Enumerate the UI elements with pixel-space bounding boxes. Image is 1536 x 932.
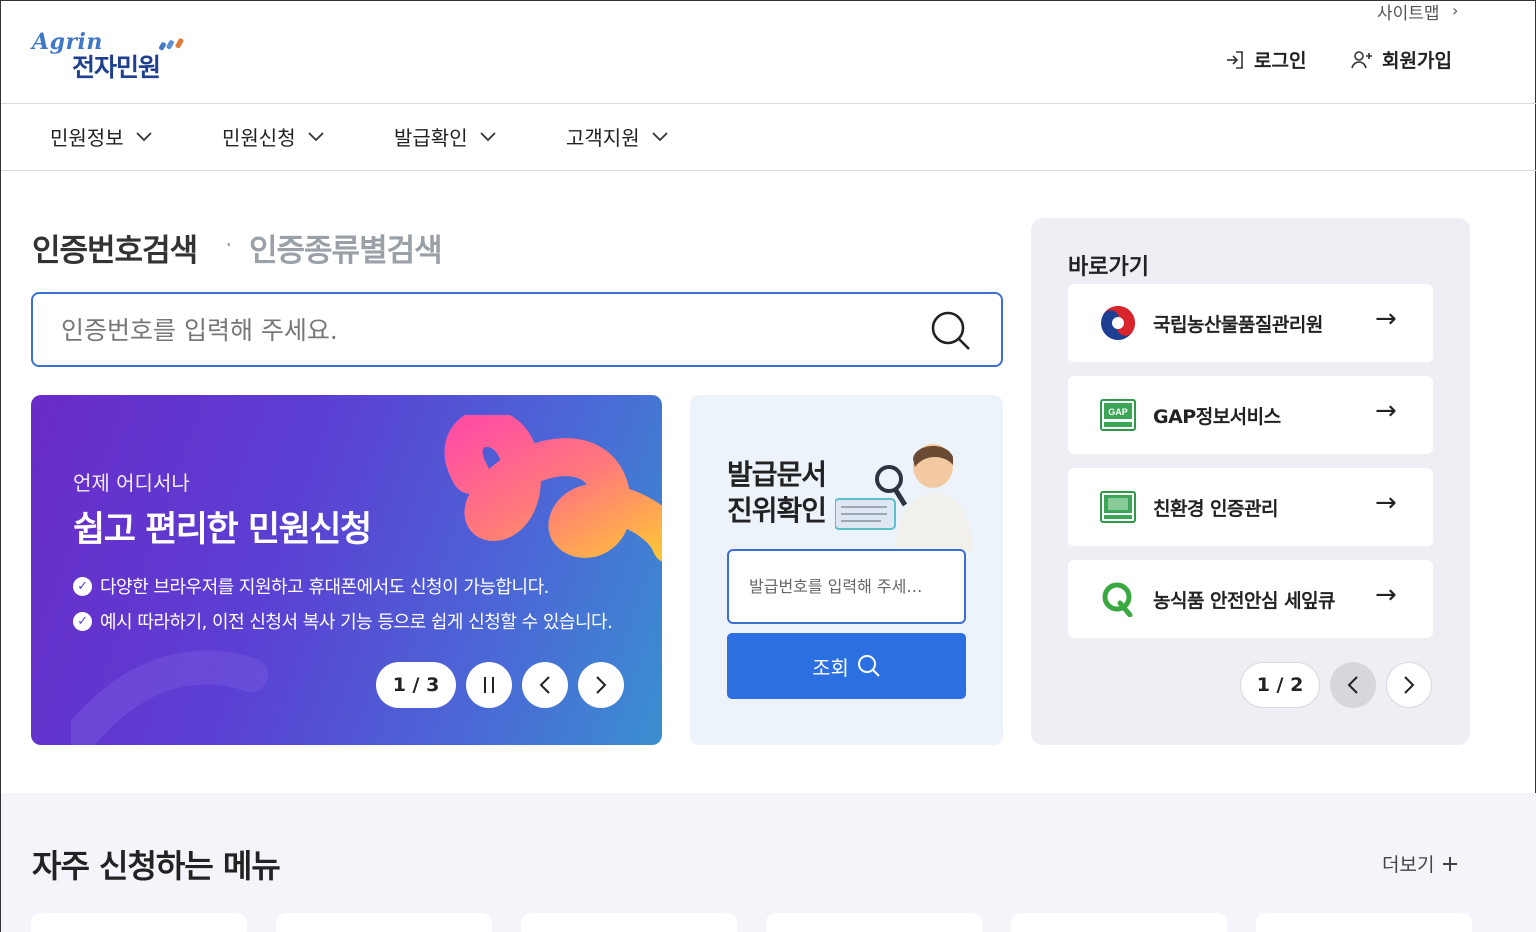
nav-label: 민원신청 xyxy=(222,126,296,150)
signup-button[interactable]: 회원가입 xyxy=(1350,46,1452,73)
quick-link-label: 국립농산물품질관리원 xyxy=(1153,314,1323,336)
more-button[interactable]: 더보기 xyxy=(1382,850,1458,877)
banner-feature: ✓ 예시 따라하기, 이전 신청서 복사 기능 등으로 쉽게 신청할 수 있습니… xyxy=(73,608,613,634)
verify-title-line: 발급문서 xyxy=(727,458,827,491)
arrow-right-icon: → xyxy=(1375,304,1397,334)
q-logo-icon xyxy=(1102,582,1133,617)
banner-feature-text: 예시 따라하기, 이전 신청서 복사 기능 등으로 쉽게 신청할 수 있습니다. xyxy=(100,612,613,633)
banner-pager: 1 / 3 xyxy=(376,662,456,708)
user-add-icon xyxy=(1351,50,1372,68)
verify-submit-button[interactable]: 조회 xyxy=(727,633,966,699)
chevron-down-icon xyxy=(479,131,496,141)
promo-banner[interactable] xyxy=(31,395,662,745)
tab-cert-number-search[interactable]: 인증번호검색 xyxy=(32,225,198,270)
gap-logo-icon: GAP xyxy=(1100,399,1136,431)
sitemap-link[interactable]: 사이트맵 xyxy=(1377,0,1440,24)
nav-item-civil-info[interactable]: 민원정보 xyxy=(50,122,152,151)
chevron-down-icon xyxy=(307,131,324,141)
pause-button[interactable] xyxy=(466,662,512,708)
chevron-right-icon: › xyxy=(1452,1,1459,20)
banner-feature-text: 다양한 브라우저를 지원하고 휴대폰에서도 신청이 가능합니다. xyxy=(100,577,549,598)
login-button[interactable]: 로그인 xyxy=(1224,46,1306,73)
chevron-right-icon xyxy=(1404,676,1415,694)
frequent-menu-title: 자주 신청하는 메뉴 xyxy=(32,847,281,885)
quick-link-organic[interactable]: 친환경 인증관리 → xyxy=(1068,468,1433,546)
chevron-left-icon xyxy=(539,676,550,694)
banner-prev-button[interactable] xyxy=(522,662,568,708)
quick-link-seipq[interactable]: 농식품 안전안심 세잎큐 → xyxy=(1068,560,1433,638)
nav-item-civil-apply[interactable]: 민원신청 xyxy=(222,122,324,151)
tab-cert-type-search[interactable]: 인증종류별검색 xyxy=(249,225,443,270)
menu-card[interactable] xyxy=(766,913,982,932)
search-input[interactable] xyxy=(61,310,901,350)
header-divider xyxy=(1,103,1536,104)
nav-divider xyxy=(1,170,1536,171)
verify-title: 발급문서 진위확인 xyxy=(727,457,827,529)
login-icon xyxy=(1227,50,1243,69)
decor-ribbon xyxy=(71,650,268,745)
menu-card[interactable] xyxy=(276,913,492,932)
quick-next-button[interactable] xyxy=(1386,662,1432,708)
chevron-down-icon xyxy=(651,131,668,141)
menu-card[interactable] xyxy=(1256,913,1472,932)
quick-link-gap[interactable]: GAP GAP정보서비스 → xyxy=(1068,376,1433,454)
plus-icon xyxy=(1443,856,1458,871)
search-icon xyxy=(857,655,880,677)
login-label: 로그인 xyxy=(1254,50,1307,72)
logo-mark-icon xyxy=(159,38,184,51)
quick-link-label: 친환경 인증관리 xyxy=(1153,498,1278,520)
logo-korean[interactable]: 전자민원 xyxy=(72,48,161,84)
menu-card[interactable] xyxy=(1011,913,1227,932)
arrow-right-icon: → xyxy=(1375,488,1397,518)
quick-prev-button[interactable] xyxy=(1330,662,1376,708)
menu-card[interactable] xyxy=(521,913,737,932)
chevron-left-icon xyxy=(1347,676,1358,694)
banner-subtitle: 언제 어디서나 xyxy=(73,471,190,495)
more-label: 더보기 xyxy=(1382,854,1435,876)
check-icon: ✓ xyxy=(73,576,92,596)
organic-logo-icon xyxy=(1100,491,1136,523)
quick-links-pager: 1 / 2 xyxy=(1240,662,1320,708)
verify-button-label: 조회 xyxy=(812,655,849,680)
quick-link-naqs[interactable]: 국립농산물품질관리원 → xyxy=(1068,284,1433,362)
nav-label: 고객지원 xyxy=(566,126,640,150)
nav-label: 민원정보 xyxy=(50,126,124,150)
arrow-right-icon: → xyxy=(1375,580,1397,610)
issue-number-input[interactable] xyxy=(727,549,966,624)
taegeuk-icon xyxy=(1101,306,1135,340)
chevron-down-icon xyxy=(135,131,152,141)
chevron-right-icon xyxy=(596,676,607,694)
banner-feature: ✓ 다양한 브라우저를 지원하고 휴대폰에서도 신청이 가능합니다. xyxy=(73,573,549,599)
menu-card[interactable] xyxy=(31,913,247,932)
quick-link-label: GAP정보서비스 xyxy=(1153,406,1281,428)
banner-title: 쉽고 편리한 민원신청 xyxy=(73,510,372,550)
svg-text:GAP: GAP xyxy=(1108,407,1128,417)
nav-label: 발급확인 xyxy=(394,126,468,150)
arrow-right-icon: → xyxy=(1375,396,1397,426)
check-icon: ✓ xyxy=(73,611,92,631)
search-icon[interactable] xyxy=(927,307,973,353)
banner-next-button[interactable] xyxy=(578,662,624,708)
pause-icon xyxy=(484,677,494,693)
verify-title-line: 진위확인 xyxy=(727,494,827,527)
tab-separator: · xyxy=(225,231,233,259)
signup-label: 회원가입 xyxy=(1382,50,1452,72)
nav-item-issue-check[interactable]: 발급확인 xyxy=(394,122,496,151)
quick-links-title: 바로가기 xyxy=(1068,255,1149,280)
nav-item-support[interactable]: 고객지원 xyxy=(566,122,668,151)
inspector-illustration xyxy=(835,444,973,551)
quick-link-label: 농식품 안전안심 세잎큐 xyxy=(1153,590,1336,612)
